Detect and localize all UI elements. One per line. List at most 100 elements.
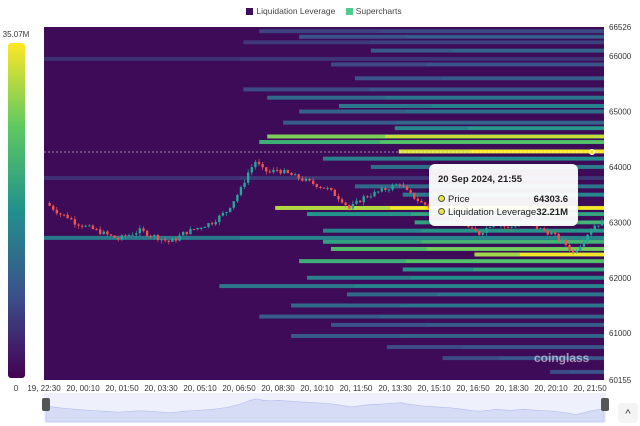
candle [561, 239, 564, 241]
candle [308, 178, 311, 181]
candle [59, 213, 62, 215]
heatmap-band-intense [405, 110, 604, 114]
navigator-handle-right[interactable] [601, 398, 609, 411]
candle [322, 187, 326, 189]
candle [290, 173, 293, 176]
heatmap-band-intense [405, 35, 604, 39]
heatmap-band-intense [442, 76, 604, 80]
candle [55, 209, 59, 214]
heatmap-band-intense [240, 236, 604, 240]
candle [171, 238, 174, 242]
candle [189, 229, 192, 235]
tooltip-leverage-value: 32.21M [536, 207, 568, 218]
x-tick-label: 20, 08:30 [261, 384, 295, 393]
heatmap-band-intense [400, 303, 604, 307]
heatmap-band-intense [405, 259, 604, 263]
candle [149, 235, 152, 237]
candle [268, 171, 272, 173]
candle [257, 161, 261, 165]
candle [135, 233, 138, 235]
candle [80, 225, 84, 227]
candle [84, 225, 87, 227]
tooltip-price-label: Price [448, 194, 470, 205]
heatmap-band-intense [452, 49, 604, 53]
candle [546, 230, 550, 235]
candle [120, 235, 124, 240]
candle [366, 196, 369, 198]
heatmap-band-intense [379, 29, 604, 33]
candle [142, 228, 145, 231]
candle [98, 229, 102, 235]
x-tick-label: 20, 10:10 [300, 384, 334, 393]
candle [409, 190, 412, 193]
scroll-top-button[interactable]: ^ [618, 403, 638, 423]
candle [358, 200, 362, 203]
candle [70, 218, 73, 220]
heatmap-band-intense [400, 334, 604, 338]
heatmap-band-intense [379, 315, 604, 319]
candle [575, 250, 578, 253]
candle [246, 172, 250, 183]
candle [196, 227, 199, 230]
candle [398, 184, 402, 186]
candle [66, 214, 69, 219]
heatmap-band-intense [421, 157, 604, 161]
candle [474, 228, 477, 232]
heatmap-band-intense [369, 87, 604, 91]
candle [218, 215, 221, 223]
candle [337, 196, 340, 200]
price-dot-icon [438, 195, 445, 202]
navigator-handle-left[interactable] [42, 398, 50, 411]
candle [315, 183, 318, 188]
x-tick-label: 20, 18:30 [495, 384, 529, 393]
candle [283, 170, 286, 174]
candle [579, 246, 582, 251]
candle [254, 161, 257, 168]
candle [95, 229, 98, 231]
leverage-dot-icon [438, 208, 445, 215]
x-tick-label: 20, 16:50 [456, 384, 490, 393]
tooltip: 20 Sep 2024, 21:55 Price 64303.6 Liquidat… [429, 164, 578, 226]
candle [48, 202, 51, 206]
candle [355, 200, 358, 204]
colorbar-max-label: 35.07M [3, 30, 30, 39]
candle [304, 178, 308, 181]
candle [586, 234, 589, 242]
candle [138, 228, 142, 234]
candle [221, 212, 225, 216]
candle [485, 227, 488, 233]
candle [553, 232, 557, 234]
candle [153, 235, 156, 237]
heatmap-band-intense [426, 62, 604, 66]
candle [340, 199, 344, 203]
candle [420, 200, 423, 203]
candle [207, 223, 210, 227]
heatmap-band-intense [421, 240, 604, 244]
candle [185, 231, 189, 235]
candle [167, 240, 170, 242]
x-tick-label: 20, 03:30 [144, 384, 178, 393]
candle [405, 186, 409, 191]
candle [214, 222, 217, 225]
candle [131, 234, 134, 236]
y-tick-label: 65000 [609, 108, 632, 117]
heatmap-band-intense [431, 104, 604, 108]
heatmap-band-intense [410, 276, 604, 280]
candle [568, 244, 571, 251]
heatmap-band-intense [473, 267, 604, 271]
candle [228, 207, 232, 212]
candle [236, 194, 239, 202]
candle [77, 224, 80, 226]
candle [330, 187, 333, 190]
candle [376, 191, 380, 193]
x-tick-label: 20, 15:10 [417, 384, 451, 393]
colorbar[interactable] [8, 43, 25, 378]
candle [550, 232, 553, 235]
candle [124, 235, 127, 237]
candle [88, 225, 91, 227]
candle [369, 196, 373, 198]
candle [52, 205, 55, 210]
candle [275, 169, 279, 171]
candle [181, 231, 185, 236]
candle [402, 185, 405, 187]
